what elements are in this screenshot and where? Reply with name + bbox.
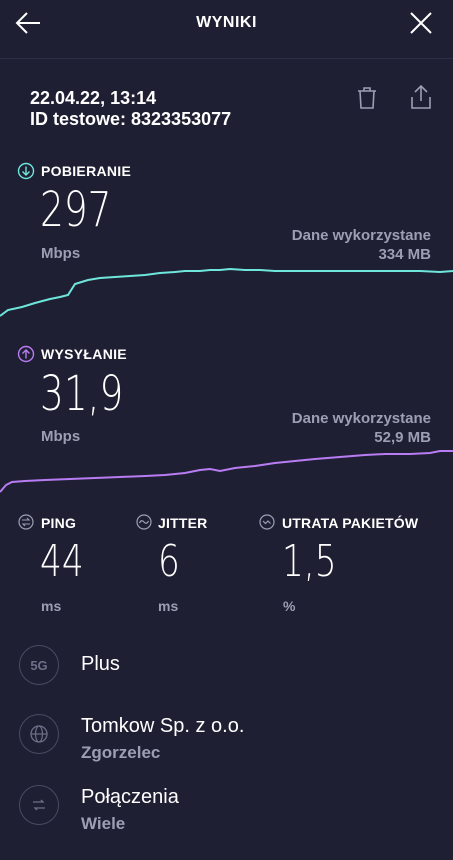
upload-graph-line xyxy=(0,450,453,493)
ping-icon-wrap xyxy=(18,514,34,535)
download-graph-line xyxy=(0,267,453,317)
download-icon-wrap xyxy=(17,162,35,185)
download-speed-graph xyxy=(0,267,453,317)
result-test-id: ID testowe: 8323353077 xyxy=(30,109,232,129)
jitter-value: 6 xyxy=(158,536,180,587)
packet-loss-value: 1,5 xyxy=(282,536,337,587)
connections-icon xyxy=(33,799,45,811)
upload-icon-wrap xyxy=(17,345,35,368)
provider-icon-wrap xyxy=(19,714,59,754)
download-value: 297 xyxy=(40,182,112,238)
jitter-unit: ms xyxy=(158,598,179,614)
network-type-text: 5G xyxy=(30,657,48,673)
packet-loss-label: UTRATA PAKIETÓW xyxy=(282,515,419,531)
close-icon xyxy=(410,12,432,34)
globe-icon xyxy=(30,725,48,743)
ping-value: 44 xyxy=(40,536,84,587)
jitter-icon xyxy=(136,514,152,530)
upload-unit: Mbps xyxy=(41,428,81,445)
connections-title: Połączenia xyxy=(81,786,179,808)
upload-label: WYSYŁANIE xyxy=(41,346,127,362)
share-button[interactable] xyxy=(409,84,433,115)
provider-name: Tomkow Sp. z o.o. xyxy=(81,715,245,737)
connections-mode: Wiele xyxy=(81,814,126,833)
download-arrow-icon xyxy=(17,162,35,180)
download-data-used-label: Dane wykorzystane xyxy=(291,227,431,244)
upload-data-used: Dane wykorzystane 52,9 MB xyxy=(292,409,431,447)
upload-value: 31,9 xyxy=(40,366,124,422)
network-operator: Plus xyxy=(81,653,120,675)
jitter-icon-wrap xyxy=(136,514,152,535)
result-datetime: 22.04.22, 13:14 xyxy=(30,88,157,108)
connections-icon-wrap xyxy=(19,785,59,825)
header-divider xyxy=(0,58,453,59)
provider-location: Zgorzelec xyxy=(81,743,161,762)
upload-arrow-icon xyxy=(17,345,35,363)
share-icon xyxy=(411,84,431,109)
trash-icon xyxy=(358,87,376,109)
network-type-icon: 5G xyxy=(19,645,59,685)
packet-loss-icon xyxy=(259,514,275,530)
upload-speed-graph xyxy=(0,450,453,493)
close-button[interactable] xyxy=(409,11,433,35)
packet-loss-icon-wrap xyxy=(259,514,275,535)
result-meta: 22.04.22, 13:14 ID testowe: 8323353077 xyxy=(30,88,231,130)
ping-icon xyxy=(18,514,34,530)
packet-loss-unit: % xyxy=(283,598,296,614)
page-title: WYNIKI xyxy=(196,14,257,31)
jitter-label: JITTER xyxy=(158,515,208,531)
ping-label: PING xyxy=(41,515,77,531)
delete-button[interactable] xyxy=(356,86,378,115)
download-label: POBIERANIE xyxy=(41,163,132,179)
ping-unit: ms xyxy=(41,598,62,614)
upload-data-used-label: Dane wykorzystane xyxy=(291,410,431,427)
